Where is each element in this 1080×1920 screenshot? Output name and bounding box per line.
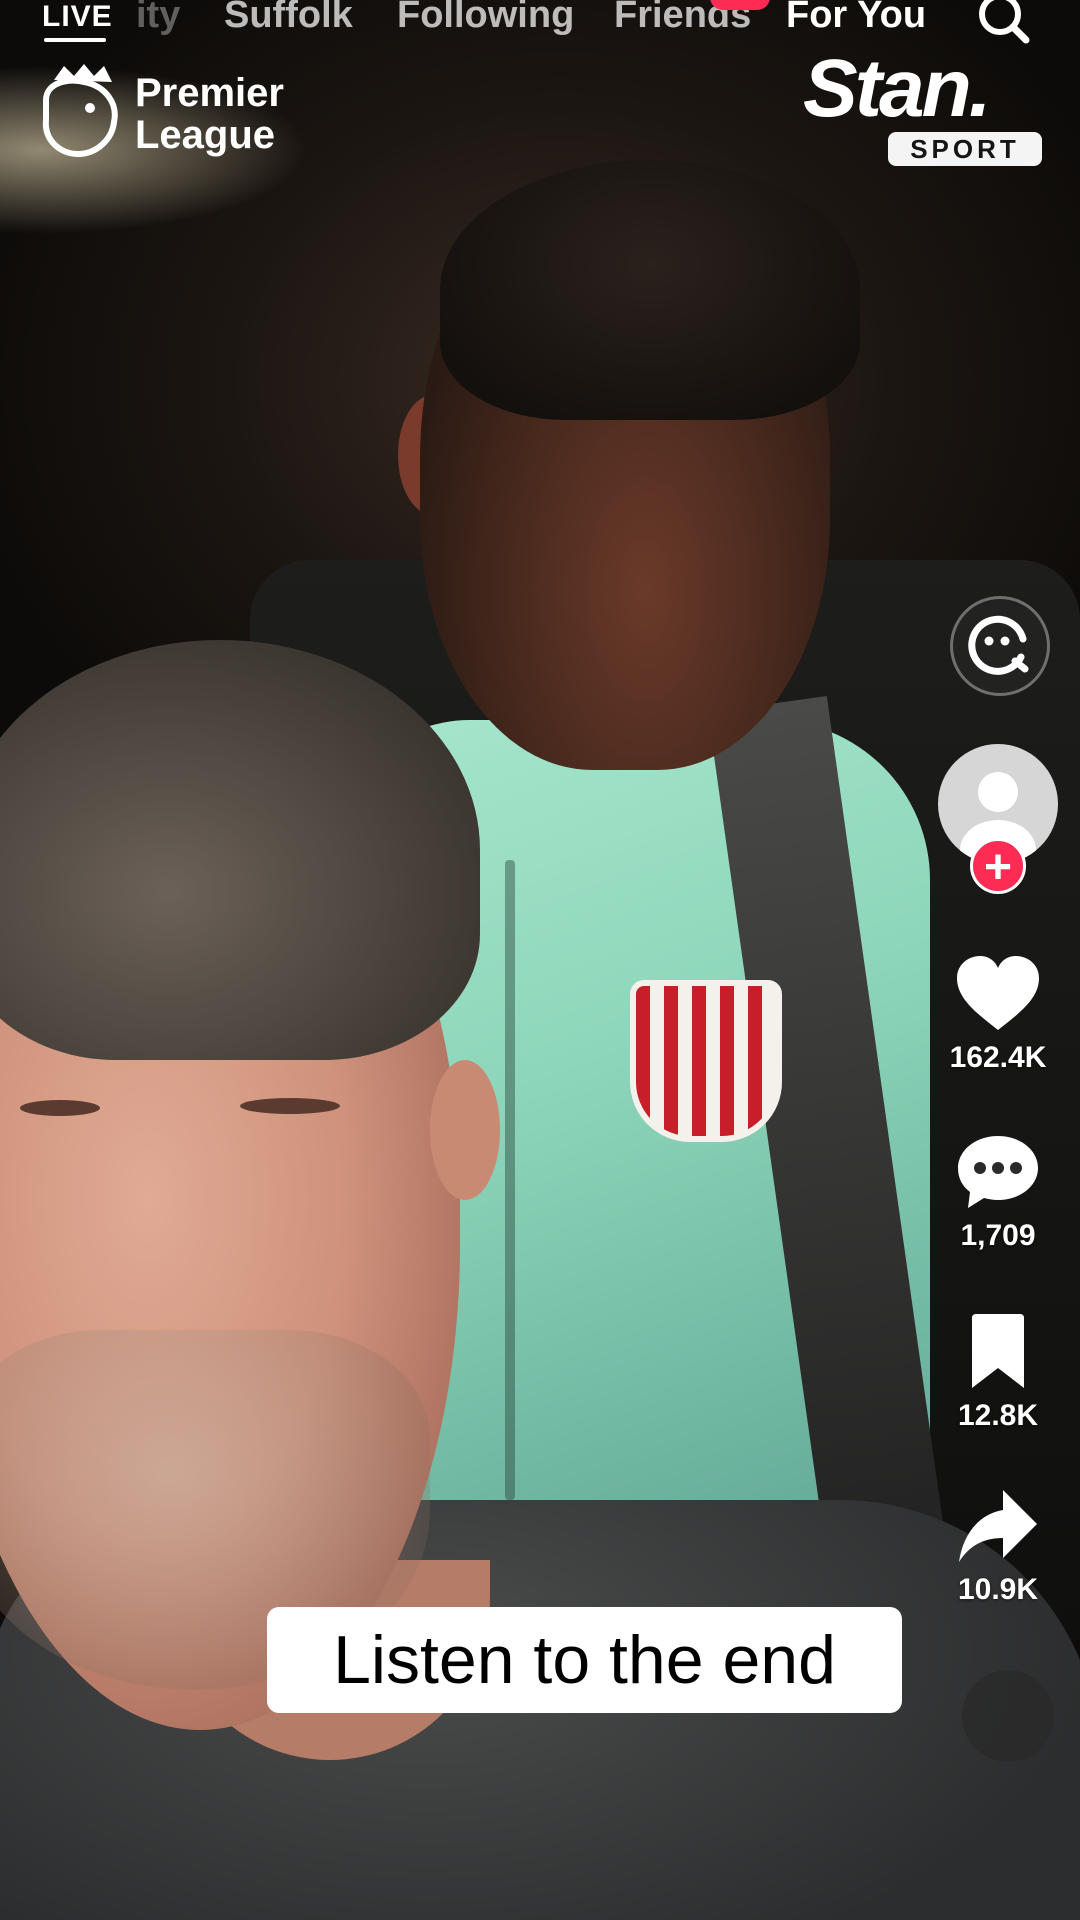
premier-league-wordmark: Premier League	[135, 72, 295, 156]
effect-face-button[interactable]	[950, 596, 1050, 696]
heart-icon	[957, 956, 1039, 1030]
tab-following[interactable]: Following	[397, 0, 574, 37]
creator-eye-left	[20, 1100, 100, 1116]
comment-bubble-icon	[958, 1136, 1038, 1208]
live-button[interactable]: LIVE	[42, 0, 113, 34]
league-name: Premier League	[135, 71, 284, 157]
player-hair	[440, 160, 860, 420]
search-icon[interactable]	[974, 0, 1034, 46]
share-button[interactable]: 10.9K	[940, 1490, 1056, 1607]
jacket-zip	[505, 860, 515, 1500]
save-count: 12.8K	[957, 1399, 1039, 1432]
music-disc-icon[interactable]	[962, 1670, 1054, 1762]
follow-plus-button[interactable]: +	[970, 838, 1026, 894]
share-count: 10.9K	[957, 1573, 1039, 1606]
premier-league-lion-icon	[42, 64, 118, 158]
bookmark-icon	[972, 1314, 1024, 1388]
tab-community[interactable]: ity	[136, 0, 180, 37]
comment-count: 1,709	[960, 1219, 1036, 1252]
video-feed-screen[interactable]: LIVE ity Suffolk Following Friends For Y…	[0, 0, 1080, 1920]
top-navigation: LIVE ity Suffolk Following Friends For Y…	[0, 0, 1080, 44]
creator-ear	[430, 1060, 500, 1200]
creator-eye-right	[240, 1098, 340, 1114]
broadcaster-sub-logo: SPORT	[888, 132, 1042, 166]
like-button[interactable]: 162.4K	[940, 956, 1056, 1075]
broadcaster-logo: Stan.	[803, 43, 991, 134]
tab-suffolk[interactable]: Suffolk	[224, 0, 353, 37]
avatar-head	[978, 772, 1018, 812]
live-indicator-bar	[44, 38, 106, 42]
save-button[interactable]: 12.8K	[940, 1314, 1056, 1433]
share-arrow-icon	[959, 1490, 1037, 1562]
club-crest	[630, 980, 782, 1142]
face-icon	[968, 615, 1029, 675]
video-caption: Listen to the end	[267, 1607, 902, 1713]
like-count: 162.4K	[949, 1041, 1047, 1074]
comment-button[interactable]: 1,709	[940, 1134, 1056, 1253]
tab-for-you[interactable]: For You	[786, 0, 926, 37]
friends-notification-badge	[710, 0, 770, 10]
